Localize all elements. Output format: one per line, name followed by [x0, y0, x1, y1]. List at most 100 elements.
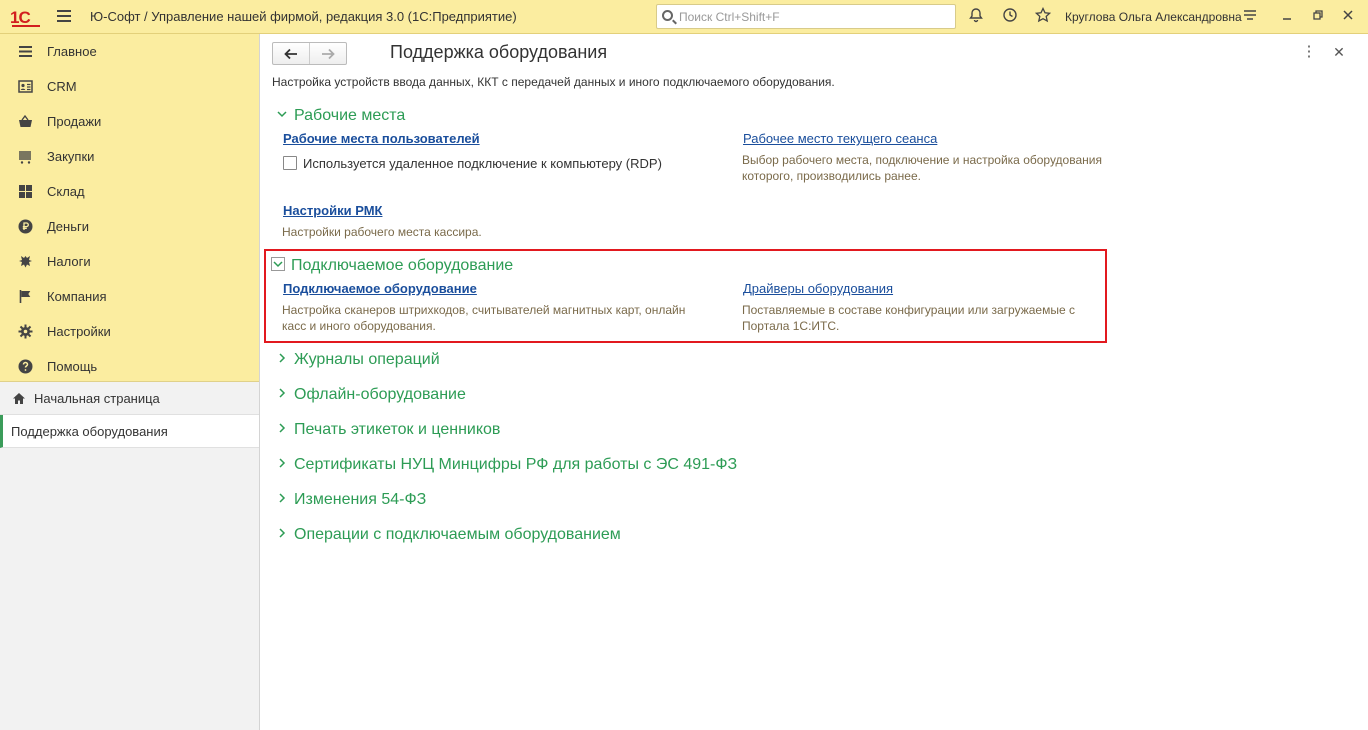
page-title: Поддержка оборудования [390, 42, 608, 62]
gear-icon [18, 324, 33, 339]
ruble-coin-icon [18, 219, 33, 234]
open-window-home[interactable]: Начальная страница [0, 382, 259, 415]
history-icon[interactable] [1000, 7, 1020, 27]
close-window-icon[interactable] [1338, 7, 1358, 27]
rmk-settings-description: Настройки рабочего места кассира. [282, 225, 482, 239]
sidebar-item-label: Закупки [47, 149, 95, 164]
sidebar-item-settings[interactable]: Настройки [0, 314, 259, 349]
app-title: Ю-Софт / Управление нашей фирмой, редакц… [90, 9, 517, 24]
sidebar-item-label: Склад [47, 184, 85, 199]
equipment-link[interactable]: Подключаемое оборудование [283, 281, 477, 296]
open-window-label: Начальная страница [34, 391, 160, 406]
rmk-settings-link[interactable]: Настройки РМК [283, 203, 382, 218]
warehouse-grid-icon [19, 185, 32, 198]
group-title: Офлайн-оборудование [294, 386, 466, 403]
sidebar-item-label: CRM [47, 79, 77, 94]
open-windows-list: Начальная страница Поддержка оборудовани… [0, 382, 259, 448]
sidebar-item-label: Настройки [47, 324, 111, 339]
arrow-right-icon [322, 48, 335, 59]
page-description: Настройка устройств ввода данных, ККТ с … [272, 75, 835, 89]
sidebar-item-label: Помощь [47, 359, 98, 374]
group-title: Рабочие места [294, 107, 406, 124]
sidebar-item-label: Главное [47, 44, 97, 59]
minimize-icon[interactable] [1277, 7, 1297, 27]
sidebar-item-label: Деньги [47, 219, 89, 234]
chevron-right-icon [279, 458, 286, 468]
sidebar-item-main[interactable]: Главное [0, 34, 259, 69]
chevron-down-icon [277, 111, 287, 117]
star-icon[interactable] [1033, 6, 1053, 27]
barcode-cart-icon [19, 151, 31, 164]
group-equipment-operations-header[interactable]: Операции с подключаемым оборудованием [276, 526, 621, 544]
forward-button[interactable] [309, 43, 346, 64]
user-workplaces-link[interactable]: Рабочие места пользователей [283, 131, 480, 146]
title-bar: 1С Ю-Софт / Управление нашей фирмой, ред… [0, 0, 1368, 34]
eagle-icon [19, 256, 32, 268]
sidebar-item-help[interactable]: Помощь [0, 349, 259, 384]
group-title: Подключаемое оборудование [291, 257, 514, 274]
open-window-equipment-support[interactable]: Поддержка оборудования [0, 415, 259, 448]
group-offline-equipment-header[interactable]: Офлайн-оборудование [276, 386, 466, 404]
close-form-icon[interactable]: ✕ [1329, 44, 1349, 64]
group-title: Печать этикеток и ценников [294, 421, 501, 438]
search-icon [662, 10, 673, 21]
bell-icon[interactable] [966, 7, 986, 27]
equipment-drivers-link[interactable]: Драйверы оборудования [743, 281, 893, 296]
rdp-checkbox-label: Используется удаленное подключение к ком… [303, 156, 662, 171]
sidebar-item-label: Компания [47, 289, 107, 304]
chevron-down-icon [273, 261, 283, 267]
group-title: Сертификаты НУЦ Минцифры РФ для работы с… [294, 456, 738, 473]
rdp-checkbox[interactable] [283, 156, 297, 170]
equipment-drivers-description: Поставляемые в составе конфигурации или … [742, 303, 1075, 333]
open-window-label: Поддержка оборудования [11, 424, 168, 439]
logo-underline [12, 25, 40, 27]
group-title: Изменения 54-ФЗ [294, 491, 427, 508]
back-button[interactable] [273, 43, 309, 64]
contact-card-icon [18, 80, 33, 93]
expander-box [271, 256, 285, 271]
restore-icon[interactable] [1308, 7, 1328, 27]
group-54fz-changes-header[interactable]: Изменения 54-ФЗ [276, 491, 426, 509]
sidebar-item-crm[interactable]: CRM [0, 69, 259, 104]
chevron-right-icon [279, 528, 286, 538]
sections-menu: Главное CRM Продажи Закупки Склад Деньги… [0, 34, 259, 382]
sidebar-item-label: Продажи [47, 114, 102, 129]
sidebar-item-money[interactable]: Деньги [0, 209, 259, 244]
arrow-left-icon [284, 48, 297, 59]
user-name[interactable]: Круглова Ольга Александровна [1065, 10, 1242, 24]
flag-icon [19, 290, 31, 303]
current-session-description: Выбор рабочего места, подключение и наст… [742, 153, 1102, 183]
current-session-workplace-link[interactable]: Рабочее место текущего сеанса [743, 131, 937, 146]
equipment-description: Настройка сканеров штрихкодов, считывате… [282, 303, 686, 333]
sidebar: Главное CRM Продажи Закупки Склад Деньги… [0, 34, 260, 730]
navigation-buttons [272, 42, 347, 65]
settings-menu-icon[interactable] [1240, 7, 1260, 27]
sidebar-item-label: Налоги [47, 254, 91, 269]
group-label-printing-header[interactable]: Печать этикеток и ценников [276, 421, 500, 439]
sidebar-item-company[interactable]: Компания [0, 279, 259, 314]
hamburger-menu-icon[interactable] [57, 10, 71, 22]
sidebar-item-warehouse[interactable]: Склад [0, 174, 259, 209]
help-icon [18, 359, 33, 374]
group-operation-logs-header[interactable]: Журналы операций [276, 351, 440, 369]
group-certificates-header[interactable]: Сертификаты НУЦ Минцифры РФ для работы с… [276, 456, 737, 474]
chevron-right-icon [279, 388, 286, 398]
rdp-checkbox-row[interactable]: Используется удаленное подключение к ком… [283, 156, 662, 171]
more-actions-icon[interactable]: ⋮ [1299, 44, 1319, 64]
group-equipment-header[interactable]: Подключаемое оборудование [271, 256, 514, 275]
sidebar-item-sales[interactable]: Продажи [0, 104, 259, 139]
global-search[interactable] [656, 4, 956, 29]
home-icon [13, 393, 25, 404]
group-title: Операции с подключаемым оборудованием [294, 526, 621, 543]
main-panel: Поддержка оборудования ⋮ ✕ Настройка уст… [261, 34, 1368, 730]
chevron-right-icon [279, 423, 286, 433]
list-icon [19, 46, 32, 57]
search-input[interactable] [679, 8, 949, 26]
group-workplaces-header[interactable]: Рабочие места [276, 107, 405, 125]
group-title: Журналы операций [294, 351, 440, 368]
chevron-right-icon [279, 493, 286, 503]
sidebar-item-taxes[interactable]: Налоги [0, 244, 259, 279]
sidebar-item-purchases[interactable]: Закупки [0, 139, 259, 174]
basket-icon [19, 114, 32, 127]
chevron-right-icon [279, 353, 286, 363]
